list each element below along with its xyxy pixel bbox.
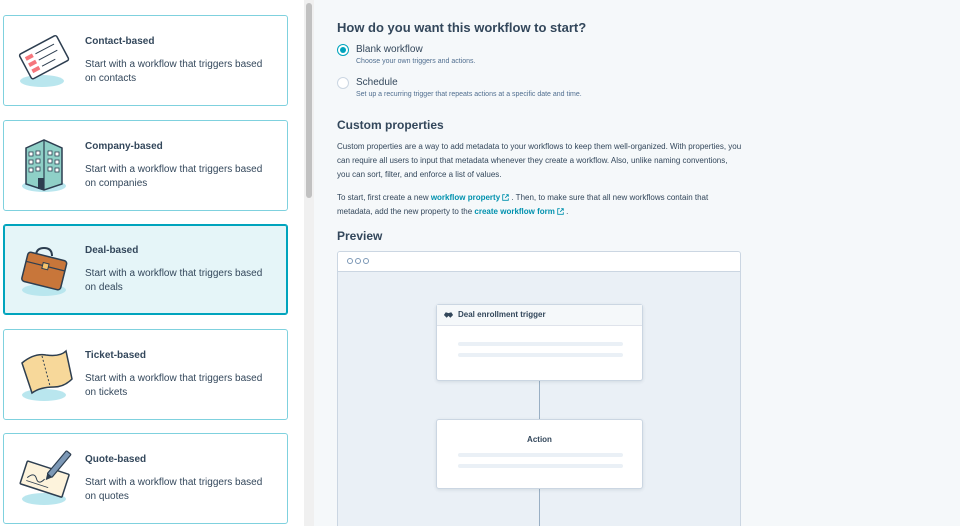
window-dot-icon <box>355 258 361 264</box>
placeholder-line <box>458 342 623 346</box>
card-description: Start with a workflow that triggers base… <box>85 59 263 84</box>
link-label: workflow property <box>430 193 501 202</box>
option-description: Choose your own triggers and actions. <box>356 58 476 65</box>
start-heading: How do you want this workflow to start? <box>337 20 587 35</box>
option-label: Schedule <box>356 77 398 88</box>
card-description: Start with a workflow that triggers base… <box>85 373 263 398</box>
window-dot-icon <box>347 258 353 264</box>
custom-properties-instructions: To start, first create a new workflow pr… <box>337 191 742 219</box>
placeholder-line <box>458 464 623 468</box>
card-title: Ticket-based <box>85 350 146 361</box>
instructions-text: . <box>563 207 569 216</box>
card-description: Start with a workflow that triggers base… <box>85 164 263 189</box>
card-company-based[interactable]: Company-based Start with a workflow that… <box>3 120 288 211</box>
custom-properties-heading: Custom properties <box>337 118 444 132</box>
handshake-icon <box>443 312 454 318</box>
left-panel-scrollbar[interactable] <box>304 0 314 526</box>
card-title: Deal-based <box>85 245 139 256</box>
flow-connector <box>539 488 540 526</box>
workflow-type-list: Contact-based Start with a workflow that… <box>0 0 304 526</box>
card-contact-based[interactable]: Contact-based Start with a workflow that… <box>3 15 288 106</box>
external-link-icon <box>557 208 564 215</box>
card-description: Start with a workflow that triggers base… <box>85 268 263 293</box>
preview-heading: Preview <box>337 229 383 243</box>
card-ticket-based[interactable]: Ticket-based Start with a workflow that … <box>3 329 288 420</box>
signed-document-icon <box>19 450 72 505</box>
option-label: Blank workflow <box>356 44 423 55</box>
briefcase-icon <box>21 246 68 296</box>
action-node: Action <box>436 419 643 489</box>
workflow-settings-panel: How do you want this workflow to start? … <box>314 0 960 526</box>
option-description: Set up a recurring trigger that repeats … <box>356 91 582 98</box>
trigger-node: Deal enrollment trigger <box>436 304 643 381</box>
custom-properties-description: Custom properties are a way to add metad… <box>337 142 742 179</box>
card-deal-based[interactable]: Deal-based Start with a workflow that tr… <box>3 224 288 315</box>
link-label: create workflow form <box>474 207 555 216</box>
trigger-node-header: Deal enrollment trigger <box>437 305 642 326</box>
placeholder-line <box>458 453 623 457</box>
action-node-label: Action <box>527 435 552 444</box>
card-title: Contact-based <box>85 36 155 47</box>
card-title: Company-based <box>85 141 163 152</box>
scrollbar-thumb[interactable] <box>306 3 312 198</box>
building-icon <box>22 139 66 192</box>
create-workflow-form-link[interactable]: create workflow form <box>474 207 564 216</box>
contact-card-icon <box>18 34 70 87</box>
placeholder-line <box>458 353 623 357</box>
window-dot-icon <box>363 258 369 264</box>
radio-button-checked[interactable] <box>337 44 349 56</box>
card-quote-based[interactable]: Quote-based Start with a workflow that t… <box>3 433 288 524</box>
flow-connector <box>539 380 540 420</box>
card-title: Quote-based <box>85 454 147 465</box>
card-description: Start with a workflow that triggers base… <box>85 477 263 502</box>
radio-button[interactable] <box>337 77 349 89</box>
workflow-property-link[interactable]: workflow property <box>431 193 509 202</box>
ticket-icon <box>21 349 73 401</box>
preview-window-bar <box>338 252 740 272</box>
workflow-preview: Deal enrollment trigger Action <box>337 251 741 526</box>
instructions-text: To start, first create a new <box>337 193 431 202</box>
trigger-node-label: Deal enrollment trigger <box>458 310 546 319</box>
